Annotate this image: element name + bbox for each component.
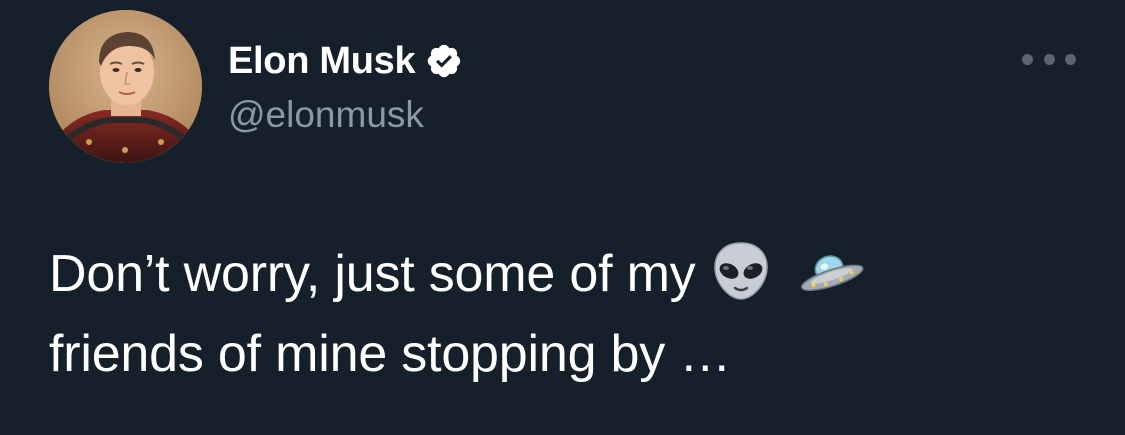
avatar[interactable]	[49, 10, 202, 163]
profile-photo-icon	[49, 10, 202, 163]
author-display-name[interactable]: Elon Musk	[228, 40, 416, 83]
tweet-line-1: Don’t worry, just some of my	[49, 234, 1089, 314]
alien-emoji-icon	[709, 239, 773, 303]
tweet-line-2: friends of mine stopping by …	[49, 325, 732, 383]
author-name-row[interactable]: Elon Musk	[228, 38, 463, 84]
ufo-emoji-icon	[797, 243, 865, 295]
author-handle[interactable]: @elonmusk	[228, 94, 424, 136]
more-options-button[interactable]	[1022, 44, 1076, 74]
tweet-line-1-text: Don’t worry, just some of my	[49, 245, 696, 303]
tweet-text: Don’t worry, just some of my friends of …	[49, 234, 1089, 394]
more-horizontal-icon	[1043, 53, 1055, 65]
verified-badge-icon	[425, 42, 463, 80]
more-horizontal-icon	[1065, 53, 1076, 65]
tweet[interactable]: Elon Musk @elonmusk Don’t worry, just so…	[0, 0, 1125, 435]
more-horizontal-icon	[1022, 53, 1033, 65]
